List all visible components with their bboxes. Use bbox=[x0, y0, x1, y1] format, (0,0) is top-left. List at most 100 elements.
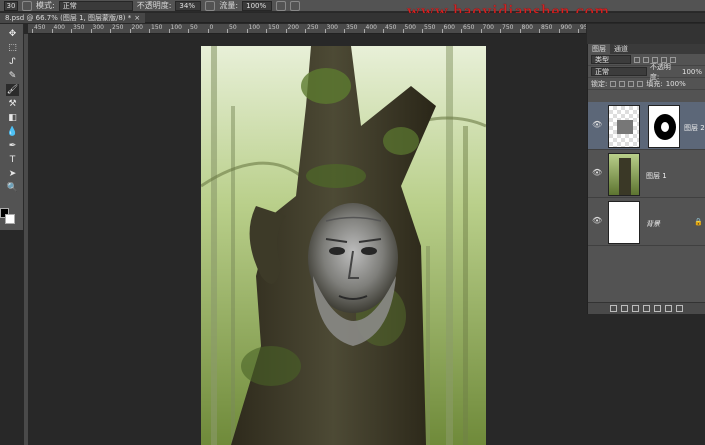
ruler-tick-label: 700 bbox=[482, 24, 494, 31]
eraser-tool-icon[interactable]: ◧ bbox=[6, 112, 19, 124]
ruler-tick-label: 450 bbox=[385, 24, 397, 31]
ruler-tick-mark bbox=[168, 29, 170, 33]
ruler-tick-mark bbox=[519, 29, 521, 33]
zoom-tool-icon[interactable]: 🔍 bbox=[6, 182, 19, 194]
layer-name[interactable]: 图层 1 bbox=[646, 171, 667, 181]
layer-thumbnail bbox=[608, 153, 640, 196]
layer-row-layer-1[interactable]: 👁 图层 1 bbox=[588, 150, 705, 198]
tree-face-image bbox=[201, 46, 486, 445]
ruler-tick-label: 200 bbox=[287, 24, 299, 31]
move-tool-icon[interactable]: ✥ bbox=[6, 28, 19, 40]
ruler-tick-label: 350 bbox=[346, 24, 358, 31]
ruler-tick-label: 100 bbox=[248, 24, 260, 31]
ruler-tick-mark bbox=[266, 29, 267, 33]
horizontal-ruler: 450 400 350 300 250 200 150 100 50 0 50 100 150 200 25… bbox=[28, 24, 586, 34]
layer-filter-dropdown[interactable]: 类型 bbox=[591, 55, 631, 64]
tools-panel: ✥ ⬚ ᔑ ✎ 🖌 ⚒ ◧ 💧 ✒ T ➤ 🔍 bbox=[0, 24, 24, 230]
layer-mask-thumbnail[interactable] bbox=[648, 105, 680, 148]
lock-move-icon[interactable] bbox=[628, 80, 635, 87]
blur-tool-icon[interactable]: 💧 bbox=[6, 126, 19, 138]
ruler-tick-label: 300 bbox=[326, 24, 338, 31]
marquee-tool-icon[interactable]: ⬚ bbox=[6, 42, 19, 54]
pressure-size-icon[interactable] bbox=[290, 0, 301, 11]
brush-size-value: 30 bbox=[6, 1, 16, 10]
tab-layers[interactable]: 图层 bbox=[588, 44, 610, 54]
layers-panel: 图层 通道 类型 正常 不透明度: 100% 锁定: 填充: 100% 👁 图层… bbox=[587, 44, 705, 314]
ruler-tick-label: 800 bbox=[521, 24, 533, 31]
document-tab-title: 8.psd @ 66.7% (图层 1, 图层蒙版/8) * bbox=[5, 14, 132, 22]
ruler-tick-label: 200 bbox=[131, 24, 143, 31]
new-group-icon[interactable] bbox=[654, 305, 661, 312]
ruler-tick-label: 0 bbox=[209, 24, 214, 31]
text-tool-icon[interactable]: T bbox=[6, 154, 19, 166]
ruler-tick-label: 450 bbox=[34, 24, 46, 31]
lock-pixels-icon[interactable] bbox=[610, 80, 617, 87]
layer-name[interactable]: 图层 2 bbox=[684, 123, 705, 133]
ruler-tick-mark bbox=[207, 29, 209, 33]
ruler-tick-mark bbox=[422, 29, 423, 33]
layer-row-layer-2[interactable]: 👁 图层 2 bbox=[588, 102, 705, 150]
stamp-tool-icon[interactable]: ⚒ bbox=[6, 98, 19, 110]
document-canvas[interactable] bbox=[201, 46, 486, 445]
visibility-eye-icon[interactable]: 👁 bbox=[592, 168, 602, 177]
quick-select-tool-icon[interactable]: ✎ bbox=[6, 70, 19, 82]
ruler-tick-mark bbox=[188, 29, 189, 33]
ruler-tick-label: 50 bbox=[190, 24, 198, 31]
ruler-tick-label: 350 bbox=[73, 24, 85, 31]
ruler-tick-mark bbox=[578, 29, 579, 33]
ruler-tick-mark bbox=[383, 29, 384, 33]
brush-panel-icon[interactable] bbox=[22, 0, 32, 11]
filter-adjust-icon[interactable] bbox=[643, 56, 649, 63]
layer-opacity-value[interactable]: 100% bbox=[682, 68, 702, 76]
opacity-label: 不透明度: bbox=[136, 1, 172, 10]
opacity-field[interactable]: 34% bbox=[175, 0, 202, 11]
link-layers-icon[interactable] bbox=[610, 305, 617, 312]
ruler-tick-label: 250 bbox=[112, 24, 124, 31]
ruler-tick-mark bbox=[480, 29, 482, 33]
airbrush-icon[interactable] bbox=[276, 0, 287, 11]
lock-all-icon[interactable] bbox=[637, 80, 644, 87]
close-icon[interactable]: × bbox=[134, 14, 140, 22]
ruler-tick-mark bbox=[32, 29, 33, 33]
ruler-tick-mark bbox=[149, 29, 150, 33]
blend-mode-dropdown[interactable]: 正常 bbox=[591, 67, 647, 76]
ruler-tick-label: 150 bbox=[268, 24, 280, 31]
lock-paint-icon[interactable] bbox=[619, 80, 626, 87]
tab-channels[interactable]: 通道 bbox=[610, 44, 632, 54]
ruler-tick-label: 300 bbox=[92, 24, 104, 31]
layer-filter-row: 类型 bbox=[588, 54, 705, 66]
flow-field[interactable]: 100% bbox=[242, 0, 273, 11]
new-layer-icon[interactable] bbox=[665, 305, 672, 312]
brush-size-preview[interactable]: 30 bbox=[4, 0, 18, 11]
ruler-tick-label: 500 bbox=[404, 24, 416, 31]
document-tab-bar: 8.psd @ 66.7% (图层 1, 图层蒙版/8) * × bbox=[0, 13, 705, 23]
ruler-tick-mark bbox=[461, 29, 462, 33]
ruler-tick-mark bbox=[402, 29, 404, 33]
visibility-eye-icon[interactable]: 👁 bbox=[592, 216, 602, 225]
blend-row: 正常 不透明度: 100% bbox=[588, 63, 705, 81]
ruler-tick-mark bbox=[71, 29, 72, 33]
ruler-tick-mark bbox=[558, 29, 560, 33]
layer-row-background[interactable]: 👁 背景 🔒 bbox=[588, 198, 705, 246]
flow-label: 流量: bbox=[219, 1, 239, 10]
fill-value[interactable]: 100% bbox=[666, 80, 686, 88]
lasso-tool-icon[interactable]: ᔑ bbox=[6, 56, 19, 68]
layer-thumbnail bbox=[608, 201, 640, 244]
mode-dropdown[interactable]: 正常 bbox=[58, 0, 133, 11]
fx-icon[interactable] bbox=[621, 305, 628, 312]
ruler-tick-label: 400 bbox=[53, 24, 65, 31]
pen-tool-icon[interactable]: ✒ bbox=[6, 140, 19, 152]
lock-row: 锁定: 填充: 100% bbox=[588, 78, 705, 90]
ruler-tick-mark bbox=[246, 29, 248, 33]
pressure-opacity-icon[interactable] bbox=[205, 0, 216, 11]
document-tab[interactable]: 8.psd @ 66.7% (图层 1, 图层蒙版/8) * × bbox=[0, 13, 146, 23]
layer-name[interactable]: 背景 bbox=[646, 219, 660, 229]
brush-tool-icon[interactable]: 🖌 bbox=[6, 84, 19, 96]
add-mask-icon[interactable] bbox=[632, 305, 639, 312]
filter-pixel-icon[interactable] bbox=[634, 56, 640, 63]
background-color-swatch[interactable] bbox=[5, 214, 15, 224]
adjustment-layer-icon[interactable] bbox=[643, 305, 650, 312]
visibility-eye-icon[interactable]: 👁 bbox=[592, 120, 602, 129]
delete-layer-icon[interactable] bbox=[676, 305, 683, 312]
path-select-tool-icon[interactable]: ➤ bbox=[6, 168, 19, 180]
